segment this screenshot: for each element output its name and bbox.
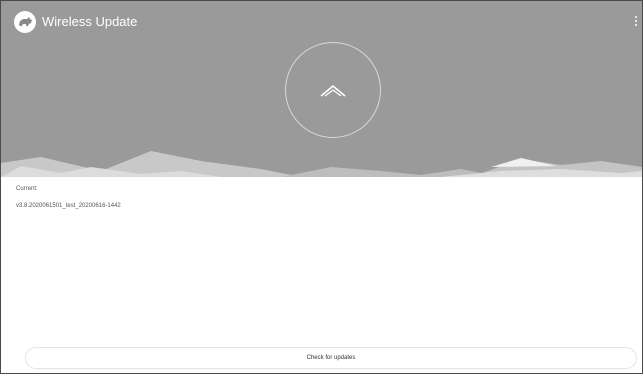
- more-vert-icon[interactable]: [632, 13, 640, 29]
- wireless-update-window: Wireless Update Current: v3.8.2020061501…: [0, 0, 643, 374]
- app-logo: [14, 11, 36, 33]
- current-label: Current:: [16, 186, 38, 192]
- current-version-value: v3.8.2020061501_test_20200616-1442: [16, 203, 121, 209]
- chevron-up-icon: [320, 84, 346, 97]
- header-banner: Wireless Update: [1, 1, 642, 177]
- content-area: Current: v3.8.2020061501_test_20200616-1…: [1, 177, 642, 373]
- rhino-logo-icon: [19, 17, 32, 26]
- app-title: Wireless Update: [42, 14, 138, 29]
- mountain-right-peak: [491, 158, 556, 167]
- update-circle-button[interactable]: [285, 42, 381, 138]
- check-for-updates-button[interactable]: Check for updates: [25, 347, 637, 369]
